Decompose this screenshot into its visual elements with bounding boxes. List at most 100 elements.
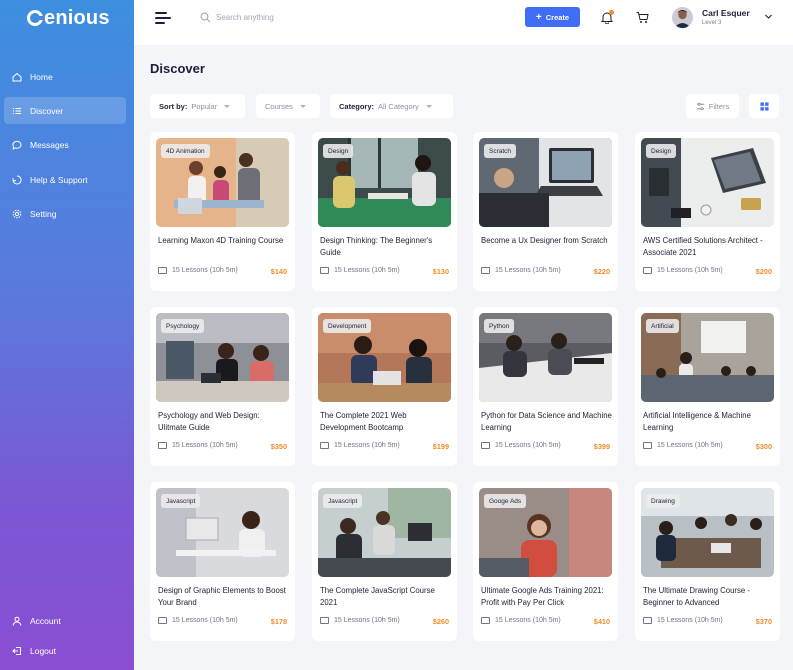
category-tag: Artificial xyxy=(646,319,679,333)
course-price: $200 xyxy=(755,267,772,276)
page-title: Discover xyxy=(150,61,205,76)
type-dropdown[interactable]: Courses xyxy=(256,94,320,118)
logout-icon xyxy=(12,646,22,656)
course-price: $399 xyxy=(593,442,610,451)
search-icon xyxy=(200,12,211,23)
lessons-icon xyxy=(320,617,329,624)
sidebar-item-account[interactable]: Account xyxy=(4,607,126,634)
category-tag: Design xyxy=(323,144,354,158)
lessons-text: 15 Lessons (10h 5m) xyxy=(334,617,400,624)
course-price: $130 xyxy=(432,267,449,276)
course-card[interactable]: Development The Complete 2021 Web Develo… xyxy=(312,307,457,466)
lessons-info: 15 Lessons (10h 5m) xyxy=(481,442,561,449)
lessons-info: 15 Lessons (10h 5m) xyxy=(158,267,238,274)
sidebar-item-label: Account xyxy=(30,615,61,626)
course-title: The Ultimate Drawing Course - Beginner t… xyxy=(643,586,751,607)
message-icon xyxy=(12,140,22,150)
course-card[interactable]: Javascript The Complete JavaScript Cours… xyxy=(312,482,457,641)
lessons-info: 15 Lessons (10h 5m) xyxy=(158,617,238,624)
grid-view-button[interactable] xyxy=(749,94,779,118)
course-card[interactable]: Python Python for Data Science and Machi… xyxy=(473,307,618,466)
lessons-text: 15 Lessons (10h 5m) xyxy=(172,617,238,624)
logo-text: enious xyxy=(44,6,110,29)
category-tag: Javascript xyxy=(161,494,201,508)
course-card[interactable]: Design Design Thinking: The Beginner's G… xyxy=(312,132,457,291)
category-tag: 4D Animation xyxy=(161,144,210,158)
avatar[interactable] xyxy=(672,7,693,28)
sidebar-item-help[interactable]: Help & Support xyxy=(4,166,126,193)
lessons-icon xyxy=(643,267,652,274)
lessons-info: 15 Lessons (10h 5m) xyxy=(158,442,238,449)
lessons-info: 15 Lessons (10h 5m) xyxy=(320,267,400,274)
course-card[interactable]: Scratch Become a Ux Designer from Scratc… xyxy=(473,132,618,291)
course-card[interactable]: Artificial Artificial Intelligence & Mac… xyxy=(635,307,780,466)
course-price: $140 xyxy=(270,267,287,276)
course-title: Psychology and Web Design: Ulitmate Guid… xyxy=(158,411,260,432)
gear-icon xyxy=(12,209,22,219)
user-icon xyxy=(12,616,22,626)
lessons-text: 15 Lessons (10h 5m) xyxy=(334,267,400,274)
course-price: $350 xyxy=(270,442,287,451)
category-tag: Design xyxy=(646,144,677,158)
sidebar-item-label: Help & Support xyxy=(30,174,88,185)
logo[interactable]: enious xyxy=(27,6,110,30)
sort-dropdown[interactable]: Sort by: Popular xyxy=(150,94,245,118)
lessons-icon xyxy=(158,617,167,624)
category-tag: Development xyxy=(323,319,372,333)
lessons-icon xyxy=(158,442,167,449)
logo-g-mark xyxy=(27,10,44,26)
sidebar: enious Home Discover Messages Help & Sup… xyxy=(0,0,134,670)
course-title: AWS Certified Solutions Architect - Asso… xyxy=(643,236,763,257)
course-title: Ultimate Google Ads Training 2021: Profi… xyxy=(481,586,604,607)
course-card[interactable]: 4D Animation Learning Maxon 4D Training … xyxy=(150,132,295,291)
course-card[interactable]: Psychology Psychology and Web Design: Ul… xyxy=(150,307,295,466)
lessons-icon xyxy=(481,617,490,624)
user-name[interactable]: Carl Esquer xyxy=(702,8,750,18)
home-icon xyxy=(12,72,22,82)
category-tag: Drawing xyxy=(646,494,680,508)
sidebar-item-discover[interactable]: Discover xyxy=(4,97,126,124)
course-title: Become a Ux Designer from Scratch xyxy=(481,236,608,245)
sidebar-item-messages[interactable]: Messages xyxy=(4,131,126,158)
course-title: The Complete JavaScript Course 2021 xyxy=(320,586,435,607)
sort-label: Sort by: xyxy=(159,101,188,111)
course-title: Python for Data Science and Machine Lear… xyxy=(481,411,612,432)
lessons-icon xyxy=(643,617,652,624)
notification-dot xyxy=(609,10,614,15)
category-tag: Googe Ads xyxy=(484,494,527,508)
create-button[interactable]: + Create xyxy=(525,7,580,27)
chevron-down-icon[interactable] xyxy=(764,12,773,21)
lessons-text: 15 Lessons (10h 5m) xyxy=(172,442,238,449)
lessons-info: 15 Lessons (10h 5m) xyxy=(481,267,561,274)
course-price: $410 xyxy=(593,617,610,626)
search-input[interactable] xyxy=(216,10,366,25)
category-tag: Scratch xyxy=(484,144,517,158)
lessons-text: 15 Lessons (10h 5m) xyxy=(334,442,400,449)
lessons-icon xyxy=(320,267,329,274)
menu-icon[interactable] xyxy=(155,11,171,25)
course-card[interactable]: Googe Ads Ultimate Google Ads Training 2… xyxy=(473,482,618,641)
category-tag: Javascript xyxy=(323,494,363,508)
lessons-text: 15 Lessons (10h 5m) xyxy=(172,267,238,274)
sort-value: Popular xyxy=(191,101,218,111)
lessons-text: 15 Lessons (10h 5m) xyxy=(495,617,561,624)
lessons-info: 15 Lessons (10h 5m) xyxy=(320,442,400,449)
top-bar: + Create Carl Esquer Level 3 xyxy=(134,0,793,45)
lessons-icon xyxy=(320,442,329,449)
category-dropdown[interactable]: Category: All Category xyxy=(330,94,453,118)
sidebar-item-label: Logout xyxy=(30,645,56,656)
grid-icon xyxy=(759,101,769,111)
sidebar-item-home[interactable]: Home xyxy=(4,63,126,90)
filters-button[interactable]: Filters xyxy=(686,94,739,118)
lessons-icon xyxy=(643,442,652,449)
course-card[interactable]: Design AWS Certified Solutions Architect… xyxy=(635,132,780,291)
course-price: $199 xyxy=(432,442,449,451)
sidebar-item-logout[interactable]: Logout xyxy=(4,637,126,664)
course-card[interactable]: Drawing The Ultimate Drawing Course - Be… xyxy=(635,482,780,641)
course-price: $370 xyxy=(755,617,772,626)
lessons-text: 15 Lessons (10h 5m) xyxy=(657,267,723,274)
cart-icon[interactable] xyxy=(636,11,649,24)
sidebar-item-setting[interactable]: Setting xyxy=(4,200,126,227)
course-card[interactable]: Javascript Design of Graphic Elements to… xyxy=(150,482,295,641)
course-title: Artificial Intelligence & Machine Learni… xyxy=(643,411,751,432)
